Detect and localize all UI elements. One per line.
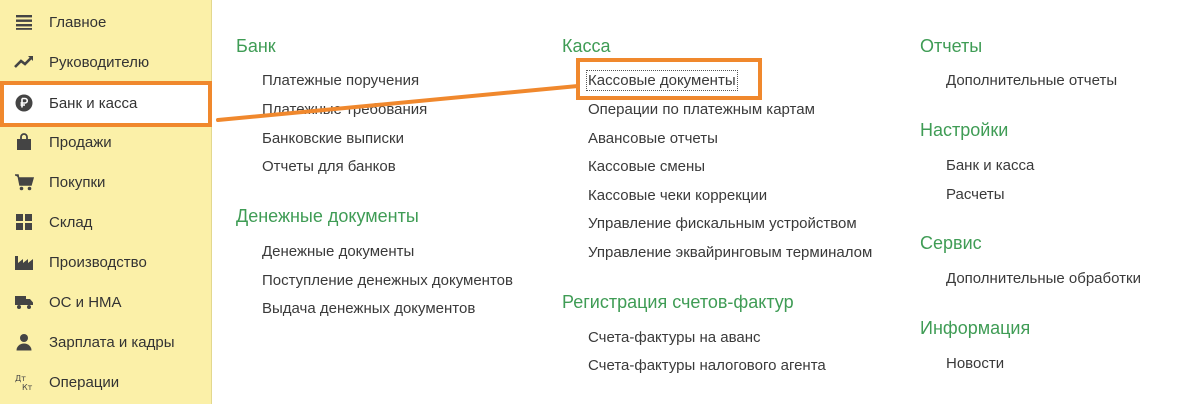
trend-icon — [14, 52, 34, 72]
section-title-info: Информация — [920, 318, 1031, 338]
list-icon — [14, 12, 34, 32]
link-settings-bank-kassa[interactable]: Банк и касса — [946, 157, 1034, 174]
sidebar-item-label: Продажи — [49, 133, 112, 151]
app-frame: Главное Руководителю Банк и касса Продаж… — [0, 0, 1200, 404]
link-additional-reports[interactable]: Дополнительные отчеты — [946, 72, 1117, 89]
link-advance-invoices[interactable]: Счета-фактуры на аванс — [588, 329, 761, 346]
shopping-bag-icon — [14, 132, 34, 152]
sidebar-item-operations[interactable]: Дт Кт Операции — [0, 362, 212, 402]
sidebar-item-warehouse[interactable]: Склад — [0, 202, 212, 242]
link-tax-agent-invoices[interactable]: Счета-фактуры налогового агента — [588, 357, 826, 374]
ruble-coin-icon — [14, 93, 34, 113]
link-cash-documents[interactable]: Кассовые документы — [586, 70, 738, 91]
truck-icon — [14, 292, 34, 312]
sidebar-item-label: Склад — [49, 213, 93, 231]
section-title-kassa: Касса — [562, 36, 611, 56]
link-card-operations[interactable]: Операции по платежным картам — [588, 101, 815, 118]
cart-icon — [14, 172, 34, 192]
link-money-docs-issue[interactable]: Выдача денежных документов — [262, 300, 475, 317]
section-title-reports: Отчеты — [920, 36, 983, 56]
link-payment-orders[interactable]: Платежные поручения — [262, 72, 419, 89]
link-advance-reports[interactable]: Авансовые отчеты — [588, 130, 718, 147]
dt-kt-icon: Дт Кт — [14, 372, 34, 392]
sidebar-item-label: Банк и касса — [49, 94, 138, 112]
link-money-documents[interactable]: Денежные документы — [262, 243, 414, 260]
link-bank-reports[interactable]: Отчеты для банков — [262, 158, 396, 175]
sidebar-item-label: Покупки — [49, 173, 106, 191]
link-additional-processing[interactable]: Дополнительные обработки — [946, 270, 1141, 287]
sidebar-item-purchases[interactable]: Покупки — [0, 162, 212, 202]
link-settings-payments[interactable]: Расчеты — [946, 186, 1005, 203]
sidebar-item-salary[interactable]: Зарплата и кадры — [0, 322, 212, 362]
sidebar-item-bank-kassa[interactable]: Банк и касса — [0, 83, 212, 123]
warehouse-icon — [14, 212, 34, 232]
sidebar-item-label: ОС и НМА — [49, 293, 122, 311]
section-title-invoices: Регистрация счетов-фактур — [562, 292, 794, 312]
svg-text:Кт: Кт — [22, 383, 33, 392]
sidebar-item-sales[interactable]: Продажи — [0, 122, 212, 162]
sidebar-item-label: Зарплата и кадры — [49, 333, 175, 351]
sidebar-item-label: Операции — [49, 373, 120, 391]
link-correction-receipts[interactable]: Кассовые чеки коррекции — [588, 187, 767, 204]
svg-text:Дт: Дт — [15, 374, 26, 383]
sidebar-item-label: Главное — [49, 13, 107, 31]
link-money-docs-receipt[interactable]: Поступление денежных документов — [262, 272, 513, 289]
sidebar: Главное Руководителю Банк и касса Продаж… — [0, 0, 212, 404]
sidebar-item-label: Производство — [49, 253, 147, 271]
person-icon — [14, 332, 34, 352]
sidebar-item-main[interactable]: Главное — [0, 2, 212, 42]
section-title-service: Сервис — [920, 233, 982, 253]
factory-icon — [14, 252, 34, 272]
link-acquiring-terminal[interactable]: Управление эквайринговым терминалом — [588, 244, 872, 261]
link-news[interactable]: Новости — [946, 355, 1004, 372]
section-title-settings: Настройки — [920, 120, 1009, 140]
section-title-money-docs: Денежные документы — [236, 206, 419, 226]
sidebar-item-production[interactable]: Производство — [0, 242, 212, 282]
link-bank-statements[interactable]: Банковские выписки — [262, 130, 404, 147]
sidebar-item-label: Руководителю — [49, 53, 150, 71]
section-title-bank: Банк — [236, 36, 276, 56]
sidebar-item-manager[interactable]: Руководителю — [0, 42, 212, 82]
link-payment-requests[interactable]: Платежные требования — [262, 101, 427, 118]
sidebar-item-os-nma[interactable]: ОС и НМА — [0, 282, 212, 322]
link-cash-shifts[interactable]: Кассовые смены — [588, 158, 705, 175]
link-fiscal-device[interactable]: Управление фискальным устройством — [588, 215, 857, 232]
